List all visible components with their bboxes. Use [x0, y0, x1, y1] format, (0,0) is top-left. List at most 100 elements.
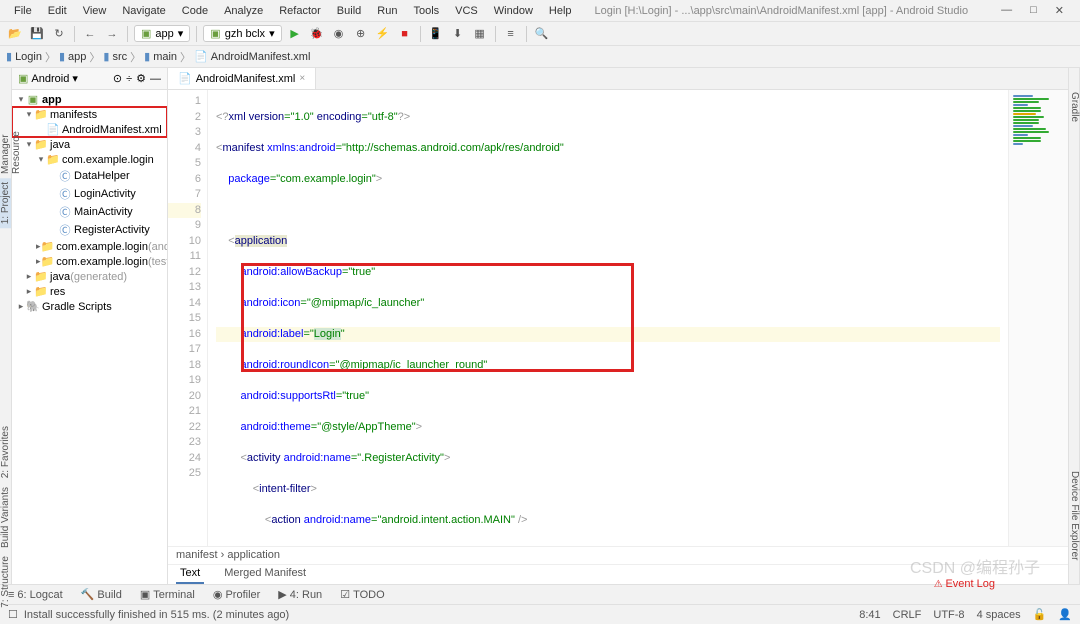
- forward-icon[interactable]: →: [103, 25, 121, 43]
- attach-icon[interactable]: ⊕: [352, 25, 370, 43]
- tool-profiler[interactable]: ◉Profiler: [213, 588, 260, 601]
- tab-close-icon[interactable]: ×: [299, 73, 305, 84]
- rail-project[interactable]: 1: Project: [0, 178, 11, 228]
- tree-manifests[interactable]: ▾📁manifests: [12, 107, 167, 122]
- menu-window[interactable]: Window: [486, 3, 541, 19]
- editor-content[interactable]: 1234 5678💡 9101112 13141516 17181920 212…: [168, 90, 1068, 546]
- event-log-button[interactable]: ⚠ Event Log: [934, 578, 995, 590]
- gear-icon[interactable]: ⚙: [136, 72, 146, 85]
- menu-build[interactable]: Build: [329, 3, 369, 19]
- rail-favorites[interactable]: 2: Favorites: [0, 422, 11, 482]
- gutter: 1234 5678💡 9101112 13141516 17181920 212…: [168, 90, 208, 546]
- apply-icon[interactable]: ⚡: [374, 25, 392, 43]
- window-controls: — □ ✕: [1001, 4, 1064, 17]
- crumb-manifest[interactable]: AndroidManifest.xml: [211, 51, 311, 63]
- menu-navigate[interactable]: Navigate: [114, 3, 173, 19]
- tree-pkg3[interactable]: ▸📁com.example.login (test): [12, 254, 167, 269]
- menu-tools[interactable]: Tools: [405, 3, 447, 19]
- structure-icon[interactable]: ≡: [502, 25, 520, 43]
- xml-file-icon: 📄: [194, 50, 208, 63]
- menu-vcs[interactable]: VCS: [447, 3, 486, 19]
- menu-file[interactable]: File: [6, 3, 40, 19]
- project-header: ▣ Android ▾ ⊙ ÷ ⚙ —: [12, 68, 167, 90]
- tree-class[interactable]: ⒸDataHelper: [12, 167, 167, 185]
- folder-icon: ▮: [6, 50, 12, 63]
- tree-app[interactable]: ▾▣app: [12, 92, 167, 107]
- collapse-icon[interactable]: ÷: [126, 73, 132, 85]
- target-icon[interactable]: ⊙: [113, 72, 122, 85]
- run-icon[interactable]: ▶: [286, 25, 304, 43]
- avd-icon[interactable]: 📱: [427, 25, 445, 43]
- lock-icon[interactable]: 🔓: [1033, 608, 1047, 621]
- menu-help[interactable]: Help: [541, 3, 580, 19]
- run-config-selector[interactable]: ▣ gzh bclx ▾: [203, 25, 281, 42]
- tree-java-gen[interactable]: ▸📁java (generated): [12, 269, 167, 284]
- cursor-position[interactable]: 8:41: [859, 609, 880, 621]
- folder-icon: ▮: [59, 50, 65, 63]
- rail-device-explorer[interactable]: Device File Explorer: [1069, 467, 1079, 564]
- save-icon[interactable]: 💾: [28, 25, 46, 43]
- editor-breadcrumb[interactable]: manifest › application: [168, 546, 1068, 564]
- rail-structure[interactable]: 7: Structure: [0, 552, 11, 612]
- tab-text[interactable]: Text: [176, 565, 204, 584]
- menubar: File Edit View Navigate Code Analyze Ref…: [0, 0, 1080, 22]
- tree-class[interactable]: ⒸRegisterActivity: [12, 221, 167, 239]
- module-selector[interactable]: ▣ app ▾: [134, 25, 190, 42]
- tab-merged-manifest[interactable]: Merged Manifest: [220, 565, 310, 584]
- right-rail: Gradle Device File Explorer: [1068, 68, 1080, 584]
- search-icon[interactable]: 🔍: [533, 25, 551, 43]
- tool-todo[interactable]: ☑TODO: [340, 588, 384, 601]
- project-tree[interactable]: ▾▣app ▾📁manifests 📄AndroidManifest.xml ▾…: [12, 90, 167, 584]
- left-rail: Resource Manager 1: Project 2: Favorites…: [0, 68, 12, 584]
- profile-icon[interactable]: ◉: [330, 25, 348, 43]
- menu-view[interactable]: View: [75, 3, 115, 19]
- sdk-icon[interactable]: ⬇: [449, 25, 467, 43]
- encoding[interactable]: UTF-8: [933, 609, 964, 621]
- stop-icon[interactable]: ■: [396, 25, 414, 43]
- statusbar: ☐ Install successfully finished in 515 m…: [0, 604, 1080, 624]
- breadcrumb: ▮ Login 〉 ▮ app 〉 ▮ src 〉 ▮ main 〉 📄 And…: [0, 46, 1080, 68]
- code[interactable]: <?xml version="1.0" encoding="utf-8"?> <…: [208, 90, 1008, 546]
- minimap[interactable]: [1008, 90, 1068, 546]
- chevron-down-icon[interactable]: ▾: [72, 72, 78, 85]
- back-icon[interactable]: ←: [81, 25, 99, 43]
- tool-terminal[interactable]: ▣Terminal: [140, 588, 195, 601]
- menu-code[interactable]: Code: [174, 3, 216, 19]
- layout-icon[interactable]: ▦: [471, 25, 489, 43]
- crumb-main[interactable]: main: [153, 51, 177, 63]
- hide-icon[interactable]: —: [150, 73, 161, 85]
- rail-gradle[interactable]: Gradle: [1069, 88, 1079, 126]
- tree-manifest-file[interactable]: 📄AndroidManifest.xml: [12, 122, 167, 137]
- tree-pkg1[interactable]: ▾📁com.example.login: [12, 152, 167, 167]
- tree-res[interactable]: ▸📁res: [12, 284, 167, 299]
- tree-class[interactable]: ⒸMainActivity: [12, 203, 167, 221]
- tool-build[interactable]: 🔨Build: [81, 588, 122, 601]
- menu-analyze[interactable]: Analyze: [216, 3, 271, 19]
- indent[interactable]: 4 spaces: [977, 609, 1021, 621]
- open-icon[interactable]: 📂: [6, 25, 24, 43]
- tab-manifest[interactable]: 📄 AndroidManifest.xml ×: [168, 68, 316, 89]
- tree-gradle[interactable]: ▸🐘Gradle Scripts: [12, 299, 167, 314]
- crumb-app[interactable]: app: [68, 51, 86, 63]
- tree-pkg2[interactable]: ▸📁com.example.login (andro: [12, 239, 167, 254]
- crumb-src[interactable]: src: [112, 51, 127, 63]
- tree-java[interactable]: ▾📁java: [12, 137, 167, 152]
- maximize-icon[interactable]: □: [1030, 4, 1037, 17]
- rail-resource-manager[interactable]: Resource Manager: [0, 88, 22, 178]
- menu-run[interactable]: Run: [369, 3, 405, 19]
- sync-icon[interactable]: ↻: [50, 25, 68, 43]
- debug-icon[interactable]: 🐞: [308, 25, 326, 43]
- inspector-icon[interactable]: 👤: [1058, 608, 1072, 621]
- tree-class[interactable]: ⒸLoginActivity: [12, 185, 167, 203]
- line-ending[interactable]: CRLF: [893, 609, 922, 621]
- rail-build-variants[interactable]: Build Variants: [0, 483, 11, 552]
- toolbar: 📂 💾 ↻ ← → ▣ app ▾ ▣ gzh bclx ▾ ▶ 🐞 ◉ ⊕ ⚡…: [0, 22, 1080, 46]
- minimize-icon[interactable]: —: [1001, 4, 1012, 17]
- close-icon[interactable]: ✕: [1055, 4, 1064, 17]
- menu-edit[interactable]: Edit: [40, 3, 75, 19]
- tool-run[interactable]: ▶4: Run: [278, 588, 322, 601]
- crumb-login[interactable]: Login: [15, 51, 42, 63]
- menu-refactor[interactable]: Refactor: [271, 3, 329, 19]
- project-view-label[interactable]: Android: [31, 73, 69, 85]
- tool-logcat[interactable]: ≡6: Logcat: [8, 589, 63, 601]
